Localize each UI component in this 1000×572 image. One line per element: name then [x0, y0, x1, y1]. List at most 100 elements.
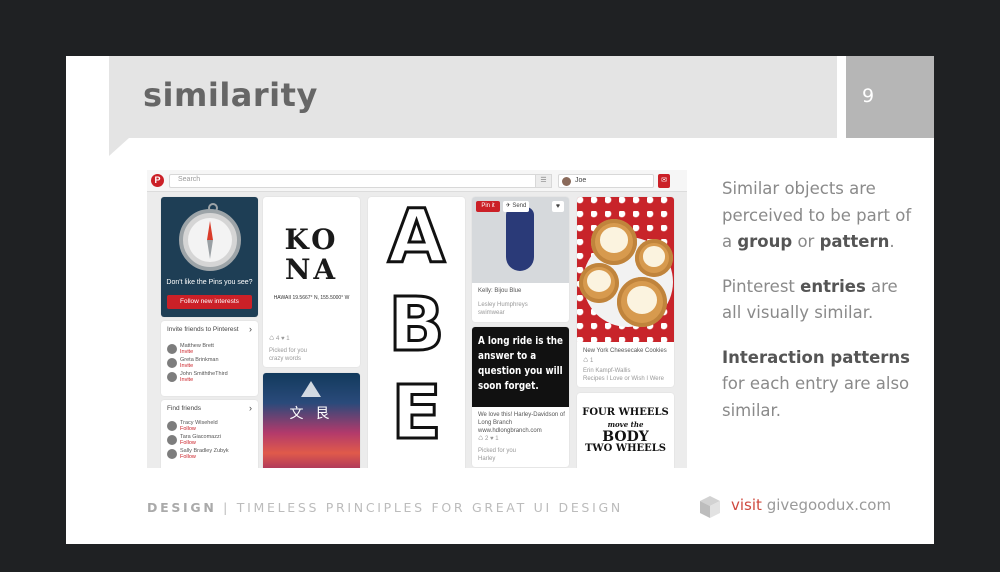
friend-row: Tracy Wiseheld Follow	[167, 420, 255, 432]
footer-subtitle: | TIMELESS PRINCIPLES FOR GREAT UI DESIG…	[216, 500, 623, 515]
pin-grid: Don't like the Pins you see? Follow new …	[147, 197, 687, 468]
avatar	[167, 435, 177, 445]
site-url[interactable]: givegoodux.com	[762, 496, 891, 514]
letter-b: B	[387, 282, 446, 368]
page-number-box: 9	[846, 56, 934, 138]
friend-row: Sally Bradley Zubyk Follow	[167, 448, 255, 460]
emphasis: entries	[800, 276, 866, 296]
compass-icon	[179, 203, 241, 271]
avatar	[167, 449, 177, 459]
text-span: or	[792, 232, 820, 251]
pin-caption: New York Cheesecake Cookies	[583, 348, 667, 354]
slide: similarity 9 P Search ☰ Joe ✉ Don't like…	[66, 56, 934, 544]
follow-link[interactable]: Follow	[180, 454, 196, 460]
pinner: Erin Kampf-Wallis Recipes I Love or Wish…	[583, 367, 664, 383]
board-link[interactable]: crazy words	[269, 355, 307, 363]
pin-stats: ♺ 1	[583, 358, 594, 364]
letter-e: E	[390, 370, 444, 456]
search-placeholder: Search	[178, 176, 201, 183]
page-number: 9	[861, 85, 875, 107]
notification-icon[interactable]: ✉	[658, 174, 670, 188]
pinner-name[interactable]: Erin Kampf-Wallis	[583, 367, 664, 375]
pin-stats: ♺ 4 ♥ 1	[269, 336, 290, 342]
wheels-line: FOUR WHEELS	[582, 407, 669, 418]
quote-pin[interactable]: A long ride is the answer to a question …	[472, 327, 569, 467]
board-link[interactable]: Recipes I Love or Wish I Were	[583, 375, 664, 383]
find-friends-header[interactable]: Find friends	[167, 405, 201, 412]
poster-glyph: 文 艮	[289, 405, 334, 421]
compass-card[interactable]: Don't like the Pins you see? Follow new …	[161, 197, 258, 317]
picked-label: Picked for you	[269, 348, 308, 354]
visit-label: visit	[731, 496, 762, 514]
invite-link[interactable]: Invite	[180, 377, 193, 383]
invite-link[interactable]: Invite	[180, 363, 193, 369]
pin-stats: ♺ 2 ♥ 1	[478, 436, 499, 442]
chevron-right-icon[interactable]: ›	[249, 324, 252, 334]
text-span: Pinterest	[722, 276, 801, 296]
wheels-line: TWO WHEELS	[584, 443, 667, 454]
kona-line-2: NA	[284, 253, 339, 286]
avatar	[167, 372, 177, 382]
pinner: Lesley Humphreys swimwear	[478, 301, 528, 317]
heart-icon[interactable]: ♥	[552, 201, 564, 212]
triangle-shape	[301, 381, 321, 397]
picked-label: Picked for you	[478, 448, 517, 454]
friend-row: Tara Giacomazzi Follow	[167, 434, 255, 446]
avatar	[562, 177, 571, 186]
quote-image: A long ride is the answer to a question …	[472, 327, 569, 407]
avatar	[167, 358, 177, 368]
follow-link[interactable]: Follow	[180, 440, 196, 446]
friend-row: John SmiththeThird Invite	[167, 371, 255, 383]
pin-description: We love this! Harley-Davidson of Long Br…	[478, 412, 565, 434]
picked-for-you: Picked for you Harley	[478, 447, 516, 463]
board-link[interactable]: swimwear	[478, 309, 528, 317]
slide-title: similarity	[143, 76, 318, 114]
footer-site[interactable]: visit givegoodux.com	[731, 496, 891, 514]
picked-for-you: Picked for you crazy words	[269, 347, 307, 363]
compass-caption: Don't like the Pins you see?	[166, 279, 253, 286]
invite-friends-card: Invite friends to Pinterest › Matthew Br…	[161, 321, 258, 396]
avatar	[167, 421, 177, 431]
kona-title: KO NA	[263, 225, 360, 285]
wheels-pin[interactable]: FOUR WHEELS move the BODY TWO WHEELS	[577, 393, 674, 468]
paragraph-entries: Pinterest entries are all visually simil…	[722, 274, 922, 327]
footer-tagline: DESIGN | TIMELESS PRINCIPLES FOR GREAT U…	[147, 500, 623, 515]
footer-design: DESIGN	[147, 500, 217, 515]
wheels-line: BODY	[602, 429, 649, 445]
user-button[interactable]: Joe	[558, 174, 654, 188]
text-span: for each entry are also similar.	[722, 374, 910, 420]
search-input[interactable]: Search	[169, 174, 552, 188]
pinner-name[interactable]: Lesley Humphreys	[478, 301, 528, 309]
follow-interests-button[interactable]: Follow new interests	[167, 295, 252, 309]
chevron-right-icon[interactable]: ›	[249, 403, 252, 413]
board-link[interactable]: Harley	[478, 455, 516, 463]
find-friends-card: Find friends › Tracy Wiseheld Follow Tar…	[161, 400, 258, 468]
quote-text: A long ride is the answer to a question …	[478, 334, 564, 392]
cookie-pin[interactable]: New York Cheesecake Cookies ♺ 1 Erin Kam…	[577, 197, 674, 387]
banner-fold	[109, 138, 129, 156]
send-button[interactable]: ✈ Send	[503, 201, 529, 212]
friend-row: Matthew Brett Invite	[167, 343, 255, 355]
pin-it-button[interactable]: Pin it	[476, 201, 500, 212]
kona-pin[interactable]: KO NA HAWAII 19.5667° N, 155.5000° W ♺ 4…	[263, 197, 360, 367]
poster-pin[interactable]: 文 艮	[263, 373, 360, 468]
paragraph-interaction: Interaction patterns for each entry are …	[722, 345, 922, 425]
wheels-text: FOUR WHEELS move the BODY TWO WHEELS	[577, 407, 674, 455]
pinterest-logo-icon[interactable]: P	[151, 174, 164, 187]
pin-caption: Kelly: Bijou Blue	[478, 288, 522, 294]
emphasis: Interaction patterns	[722, 347, 911, 367]
emphasis: pattern	[819, 232, 890, 251]
friend-row: Greta Brinkman Invite	[167, 357, 255, 369]
invite-header[interactable]: Invite friends to Pinterest	[167, 326, 239, 333]
invite-link[interactable]: Invite	[180, 349, 193, 355]
user-name: Joe	[575, 177, 587, 184]
cookie-image	[577, 197, 674, 342]
emphasis: group	[737, 232, 793, 251]
menu-icon[interactable]: ☰	[535, 174, 552, 188]
abe-pin[interactable]: A B E	[368, 197, 465, 468]
follow-link[interactable]: Follow	[180, 426, 196, 432]
swimsuit-pin[interactable]: Pin it ✈ Send ♥ Kelly: Bijou Blue Lesley…	[472, 197, 569, 322]
kona-line-1: KO	[284, 223, 339, 256]
avatar	[167, 344, 177, 354]
kona-subtitle: HAWAII 19.5667° N, 155.5000° W	[273, 295, 350, 301]
